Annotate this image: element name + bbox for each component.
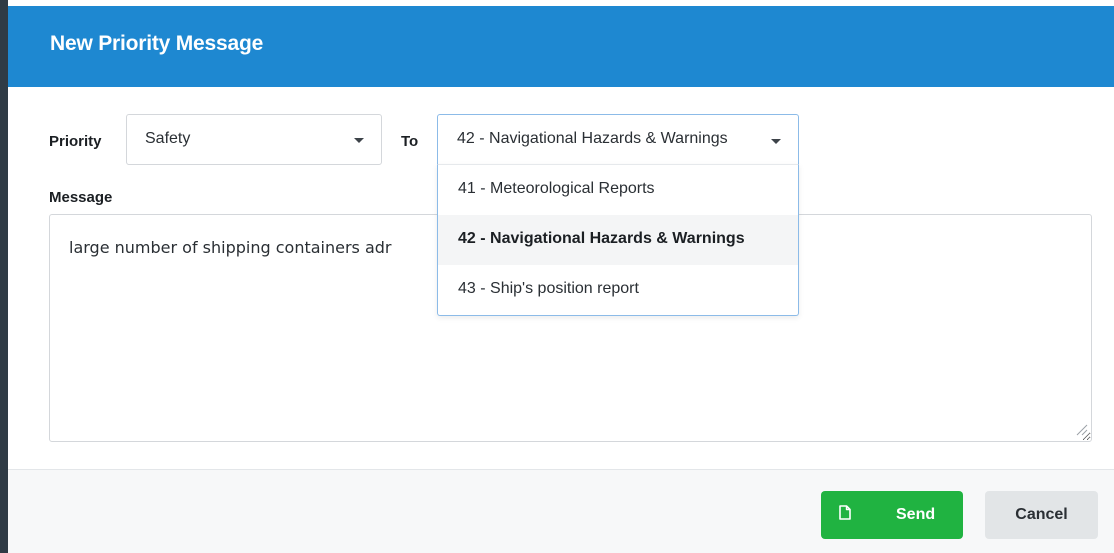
document-icon xyxy=(839,505,851,520)
dropdown-option-42[interactable]: 42 - Navigational Hazards & Warnings xyxy=(438,215,798,265)
caret-down-icon xyxy=(771,139,781,144)
dropdown-option-43[interactable]: 43 - Ship's position report xyxy=(438,265,798,315)
priority-select[interactable]: Safety xyxy=(126,114,382,165)
background-edge xyxy=(0,0,8,553)
dropdown-option-41[interactable]: 41 - Meteorological Reports xyxy=(438,165,798,215)
dropdown-option-label: 41 - Meteorological Reports xyxy=(458,180,655,197)
priority-label: Priority xyxy=(49,133,102,150)
to-dropdown-menu: 41 - Meteorological Reports 42 - Navigat… xyxy=(437,164,799,316)
to-select[interactable]: 42 - Navigational Hazards & Warnings xyxy=(437,114,799,165)
dropdown-option-label: 43 - Ship's position report xyxy=(458,280,639,297)
message-label: Message xyxy=(49,189,113,206)
send-button[interactable]: Send xyxy=(821,491,963,539)
cancel-button-label: Cancel xyxy=(1015,506,1068,523)
new-priority-message-dialog: New Priority Message Priority Safety To … xyxy=(8,6,1114,553)
caret-down-icon xyxy=(354,138,364,143)
dropdown-option-label: 42 - Navigational Hazards & Warnings xyxy=(458,230,745,247)
send-button-label: Send xyxy=(896,506,936,523)
dialog-header: New Priority Message xyxy=(8,6,1114,87)
priority-select-value: Safety xyxy=(145,130,191,147)
cancel-button[interactable]: Cancel xyxy=(985,491,1098,539)
to-label: To xyxy=(401,133,419,150)
to-select-value: 42 - Navigational Hazards & Warnings xyxy=(457,130,728,147)
dialog-title: New Priority Message xyxy=(50,32,264,55)
resize-grip-icon[interactable] xyxy=(1074,422,1088,436)
